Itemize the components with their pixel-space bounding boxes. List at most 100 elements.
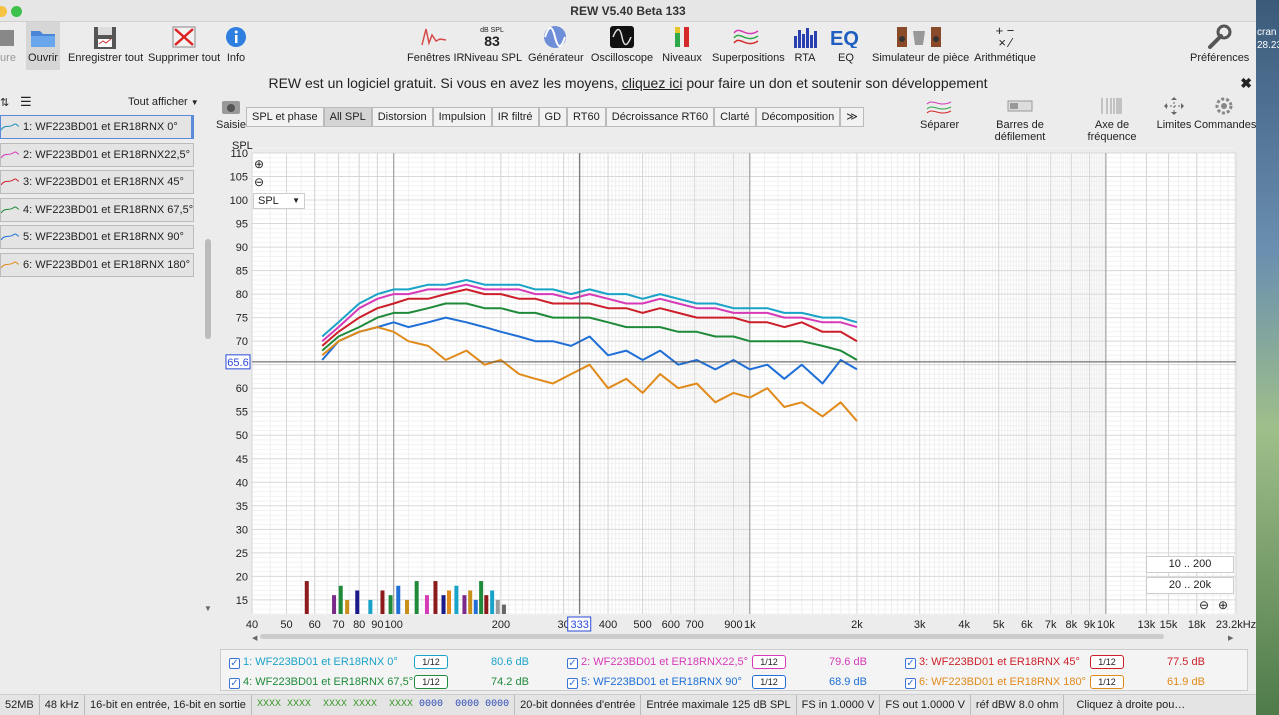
legend-item[interactable]: ✓ 4: WF223BD01 et ER18RNX 67,5° xyxy=(229,672,413,692)
measurement-item[interactable]: 6: WF223BD01 et ER18RNX 180° xyxy=(0,252,194,277)
scrollbars-icon xyxy=(1007,100,1033,112)
cursor-freq-label: 333 xyxy=(571,619,589,631)
smoothing-button[interactable]: 1/12 xyxy=(752,675,786,689)
x-tick-label: 60 xyxy=(309,619,321,631)
camera-icon xyxy=(222,101,240,114)
minimize-button[interactable] xyxy=(0,6,7,17)
x-scrollbar[interactable] xyxy=(260,634,1164,639)
save-all-button[interactable]: Enregistrer tout xyxy=(68,22,143,70)
zoom-button[interactable] xyxy=(11,6,22,17)
measurement-item[interactable]: 1: WF223BD01 et ER18RNX 0° xyxy=(0,115,194,139)
spl-meter-button[interactable]: dB SPL 83 Niveau SPL xyxy=(464,22,522,70)
bar xyxy=(355,590,360,614)
overlays-button[interactable]: Superpositions xyxy=(712,22,785,70)
spl-dropdown[interactable]: SPL ▼ xyxy=(253,193,305,209)
x-tick-label: 2k xyxy=(851,619,863,631)
y-tick-label: 45 xyxy=(236,454,248,466)
list-scrollbar[interactable] xyxy=(205,239,211,339)
x-tick-label: 4k xyxy=(958,619,970,631)
ir-windows-button[interactable]: Fenêtres IR xyxy=(407,22,464,70)
zoom-in-x-icon[interactable]: ⊕ xyxy=(1218,598,1228,612)
tab-0[interactable]: SPL et phase xyxy=(246,107,324,127)
info-button[interactable]: Info xyxy=(224,22,248,70)
tab-4[interactable]: IR filtré xyxy=(491,107,539,127)
zoom-in-y-icon[interactable]: ⊕ xyxy=(254,157,264,171)
close-banner-icon[interactable]: ✖ xyxy=(1240,72,1252,94)
legend-checkbox[interactable]: ✓ xyxy=(905,678,916,689)
donate-link[interactable]: cliquez ici xyxy=(622,75,683,91)
scroll-left-icon[interactable]: ◀ xyxy=(252,635,258,642)
sort-icon[interactable]: ⇅ xyxy=(0,96,9,109)
x-tick-label: 6k xyxy=(1021,619,1033,631)
controls-button[interactable]: Commandes xyxy=(1194,96,1256,131)
tab-8[interactable]: Clarté xyxy=(714,107,756,127)
scrollbars-button[interactable]: Barres de défilement xyxy=(974,96,1066,143)
title-bar: REW V5.40 Beta 133 xyxy=(0,0,1256,22)
legend-panel: ✓ 1: WF223BD01 et ER18RNX 0° 1/12 80.6 dB ✓ 2… xyxy=(220,649,1248,691)
open-button[interactable]: Ouvrir xyxy=(26,22,60,70)
measure-icon xyxy=(0,22,20,52)
legend-item[interactable]: ✓ 2: WF223BD01 et ER18RNX22,5° xyxy=(567,652,748,672)
legend-checkbox[interactable]: ✓ xyxy=(229,678,240,689)
legend-item[interactable]: ✓ 1: WF223BD01 et ER18RNX 0° xyxy=(229,652,398,672)
bar xyxy=(501,604,506,614)
tab-3[interactable]: Impulsion xyxy=(432,107,492,127)
legend-checkbox[interactable]: ✓ xyxy=(229,658,240,669)
rta-button[interactable]: RTA xyxy=(790,22,820,70)
legend-item[interactable]: ✓ 6: WF223BD01 et ER18RNX 180° xyxy=(905,672,1086,692)
separate-button[interactable]: Séparer xyxy=(920,96,959,131)
legend-checkbox[interactable]: ✓ xyxy=(567,658,578,669)
legend-item[interactable]: ✓ 3: WF223BD01 et ER18RNX 45° xyxy=(905,652,1080,672)
legend-item[interactable]: ✓ 5: WF223BD01 et ER18RNX 90° xyxy=(567,672,742,692)
oscilloscope-button[interactable]: Oscilloscope xyxy=(590,22,654,70)
tab-7[interactable]: Décroissance RT60 xyxy=(605,107,715,127)
x-tick-label: 900 xyxy=(724,619,742,631)
legend-checkbox[interactable]: ✓ xyxy=(567,678,578,689)
zoom-out-x-icon[interactable]: ⊖ xyxy=(1199,598,1209,612)
tab-6[interactable]: RT60 xyxy=(567,107,606,127)
measurement-item[interactable]: 5: WF223BD01 et ER18RNX 90° xyxy=(0,225,194,249)
y-tick-label: 85 xyxy=(236,266,248,278)
y-tick-label: 60 xyxy=(236,383,248,395)
speakers-icon xyxy=(872,22,966,52)
delete-all-button[interactable]: Supprimer tout xyxy=(148,22,220,70)
smoothing-button[interactable]: 1/12 xyxy=(414,675,448,689)
generator-button[interactable]: Générateur xyxy=(528,22,584,70)
levels-button[interactable]: Niveaux xyxy=(660,22,704,70)
legend-checkbox[interactable]: ✓ xyxy=(905,658,916,669)
measurement-item[interactable]: 4: WF223BD01 et ER18RNX 67,5° xyxy=(0,197,194,222)
scroll-down-icon[interactable]: ▼ xyxy=(204,604,212,613)
tab-5[interactable]: GD xyxy=(538,107,568,127)
range-10-200-button[interactable]: 10 .. 200 xyxy=(1146,556,1234,573)
smoothing-button[interactable]: 1/12 xyxy=(1090,675,1124,689)
range-20-20k-button[interactable]: 20 .. 20k xyxy=(1146,577,1234,594)
tab-2[interactable]: Distorsion xyxy=(371,107,433,127)
arithmetic-button[interactable]: + − × ⁄ Arithmétique xyxy=(974,22,1036,70)
y-tick-label: 40 xyxy=(236,477,248,489)
room-simulator-button[interactable]: Simulateur de pièce xyxy=(872,22,969,70)
bar xyxy=(332,595,337,614)
x-tick-label: 7k xyxy=(1045,619,1057,631)
smoothing-button[interactable]: 1/12 xyxy=(752,655,786,669)
spl-graph-svg[interactable]: 1520253035404550556065707580859095100105… xyxy=(218,140,1256,645)
measure-button[interactable]: ure xyxy=(0,22,20,70)
freq-axis-button[interactable]: Axe de fréquence xyxy=(1072,96,1152,143)
preferences-button[interactable]: Préférences xyxy=(1190,22,1249,70)
spl-graph[interactable]: 1520253035404550556065707580859095100105… xyxy=(218,140,1256,645)
show-all-select[interactable]: Tout afficher ▼ xyxy=(128,94,200,110)
capture-button[interactable]: Saisie xyxy=(216,98,246,131)
smoothing-button[interactable]: 1/12 xyxy=(414,655,448,669)
measurement-item[interactable]: 3: WF223BD01 et ER18RNX 45° xyxy=(0,170,194,194)
x-tick-label: 40 xyxy=(246,619,258,631)
zoom-out-y-icon[interactable]: ⊖ xyxy=(254,175,264,189)
tab-9[interactable]: Décomposition xyxy=(755,107,841,127)
smoothing-button[interactable]: 1/12 xyxy=(1090,655,1124,669)
limits-button[interactable]: Limites xyxy=(1156,96,1192,131)
tab-10[interactable]: ≫ xyxy=(840,107,864,127)
eq-button[interactable]: EQ EQ xyxy=(828,22,864,70)
tab-1[interactable]: All SPL xyxy=(323,107,372,127)
scroll-right-icon[interactable]: ▶ xyxy=(1228,635,1234,642)
measurement-item[interactable]: 2: WF223BD01 et ER18RNX22,5° xyxy=(0,142,194,167)
svg-text:EQ: EQ xyxy=(830,28,859,48)
list-icon[interactable]: ☰ xyxy=(20,94,32,110)
